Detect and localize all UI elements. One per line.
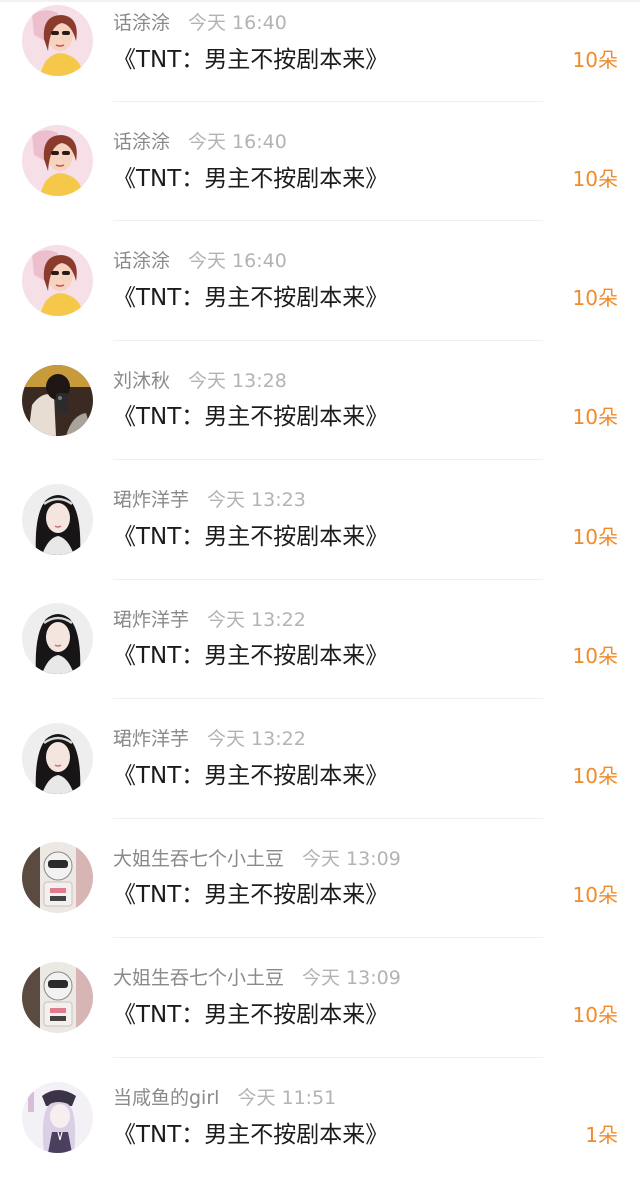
divider <box>113 818 543 819</box>
girl-headband-avatar-icon <box>22 723 93 794</box>
timestamp: 今天 13:28 <box>188 370 287 392</box>
item-meta: 大姐生吞七个小土豆 今天 13:09 <box>113 965 401 991</box>
timestamp: 今天 11:51 <box>237 1087 337 1109</box>
username[interactable]: 刘沐秋 <box>113 370 170 392</box>
list-item[interactable]: 大姐生吞七个小土豆 今天 13:09 《TNT：男主不按剧本来》 10朵 <box>0 955 640 1074</box>
list-item[interactable]: 大姐生吞七个小土豆 今天 13:09 《TNT：男主不按剧本来》 10朵 <box>0 835 640 954</box>
book-title[interactable]: 《TNT：男主不按剧本来》 <box>113 162 388 196</box>
avatar[interactable] <box>22 1082 93 1153</box>
avatar[interactable] <box>22 484 93 555</box>
username[interactable]: 珺炸洋芋 <box>113 728 189 750</box>
item-meta: 大姐生吞七个小土豆 今天 13:09 <box>113 846 401 872</box>
girl-headband-avatar-icon <box>22 603 93 674</box>
item-meta: 话涂涂 今天 16:40 <box>113 248 287 274</box>
list-item[interactable]: 刘沐秋 今天 13:28 《TNT：男主不按剧本来》 10朵 <box>0 357 640 476</box>
avatar[interactable] <box>22 603 93 674</box>
avatar[interactable] <box>22 723 93 794</box>
avatar[interactable] <box>22 5 93 76</box>
username[interactable]: 珺炸洋芋 <box>113 609 189 631</box>
divider <box>113 698 543 699</box>
divider <box>113 220 543 221</box>
book-title[interactable]: 《TNT：男主不按剧本来》 <box>113 281 388 315</box>
username[interactable]: 话涂涂 <box>113 131 170 153</box>
book-title[interactable]: 《TNT：男主不按剧本来》 <box>113 639 388 673</box>
girl-headband-avatar-icon <box>22 484 93 555</box>
list-item[interactable]: 珺炸洋芋 今天 13:23 《TNT：男主不按剧本来》 10朵 <box>0 477 640 596</box>
gift-amount: 10朵 <box>572 644 618 668</box>
item-meta: 珺炸洋芋 今天 13:22 <box>113 726 306 752</box>
avatar[interactable] <box>22 125 93 196</box>
list-item[interactable]: 话涂涂 今天 16:40 《TNT：男主不按剧本来》 10朵 <box>0 119 640 238</box>
book-title[interactable]: 《TNT：男主不按剧本来》 <box>113 520 388 554</box>
list-item[interactable]: 珺炸洋芋 今天 13:22 《TNT：男主不按剧本来》 10朵 <box>0 716 640 835</box>
item-meta: 话涂涂 今天 16:40 <box>113 10 287 36</box>
book-title[interactable]: 《TNT：男主不按剧本来》 <box>113 759 388 793</box>
book-title[interactable]: 《TNT：男主不按剧本来》 <box>113 998 388 1032</box>
book-title[interactable]: 《TNT：男主不按剧本来》 <box>113 1118 388 1152</box>
list-item[interactable]: 话涂涂 今天 16:40 《TNT：男主不按剧本来》 10朵 <box>0 238 640 357</box>
item-meta: 当咸鱼的girl 今天 11:51 <box>113 1085 336 1111</box>
list-item[interactable]: 话涂涂 今天 16:40 《TNT：男主不按剧本来》 10朵 <box>0 0 640 119</box>
divider <box>113 459 543 460</box>
timestamp: 今天 13:22 <box>207 728 306 750</box>
divider <box>113 579 543 580</box>
gift-amount: 10朵 <box>572 286 618 310</box>
helmet-character-avatar-icon <box>22 842 93 913</box>
girl-sunglasses-avatar-icon <box>22 5 93 76</box>
username[interactable]: 珺炸洋芋 <box>113 489 189 511</box>
book-title[interactable]: 《TNT：男主不按剧本来》 <box>113 400 388 434</box>
divider <box>113 937 543 938</box>
helmet-character-avatar-icon <box>22 962 93 1033</box>
timestamp: 今天 13:23 <box>207 489 306 511</box>
timestamp: 今天 13:09 <box>302 848 401 870</box>
gift-amount: 10朵 <box>572 525 618 549</box>
girl-sunglasses-avatar-icon <box>22 245 93 316</box>
avatar[interactable] <box>22 365 93 436</box>
list-item[interactable]: 珺炸洋芋 今天 13:22 《TNT：男主不按剧本来》 10朵 <box>0 596 640 715</box>
item-meta: 珺炸洋芋 今天 13:22 <box>113 607 306 633</box>
username[interactable]: 大姐生吞七个小土豆 <box>113 967 284 989</box>
username[interactable]: 话涂涂 <box>113 250 170 272</box>
avatar[interactable] <box>22 962 93 1033</box>
gift-amount: 10朵 <box>572 1003 618 1027</box>
item-meta: 话涂涂 今天 16:40 <box>113 129 287 155</box>
divider <box>113 340 543 341</box>
gift-amount: 10朵 <box>572 167 618 191</box>
gift-amount: 10朵 <box>572 405 618 429</box>
username[interactable]: 大姐生吞七个小土豆 <box>113 848 284 870</box>
book-title[interactable]: 《TNT：男主不按剧本来》 <box>113 43 388 77</box>
gift-amount: 1朵 <box>585 1123 618 1147</box>
divider <box>113 101 543 102</box>
gift-amount: 10朵 <box>572 48 618 72</box>
avatar[interactable] <box>22 245 93 316</box>
username[interactable]: 当咸鱼的girl <box>113 1087 219 1109</box>
gift-record-list: 话涂涂 今天 16:40 《TNT：男主不按剧本来》 10朵 话涂涂 今天 16:4… <box>0 0 640 1175</box>
item-meta: 刘沐秋 今天 13:28 <box>113 368 287 394</box>
avatar[interactable] <box>22 842 93 913</box>
mirror-selfie-avatar-icon <box>22 365 93 436</box>
timestamp: 今天 13:09 <box>302 967 401 989</box>
timestamp: 今天 13:22 <box>207 609 306 631</box>
username[interactable]: 话涂涂 <box>113 12 170 34</box>
gift-amount: 10朵 <box>572 764 618 788</box>
timestamp: 今天 16:40 <box>188 131 287 153</box>
item-meta: 珺炸洋芋 今天 13:23 <box>113 487 306 513</box>
girl-sunglasses-avatar-icon <box>22 125 93 196</box>
book-title[interactable]: 《TNT：男主不按剧本来》 <box>113 878 388 912</box>
timestamp: 今天 16:40 <box>188 12 287 34</box>
timestamp: 今天 16:40 <box>188 250 287 272</box>
gift-amount: 10朵 <box>572 883 618 907</box>
anime-girl-avatar-icon <box>22 1082 93 1153</box>
list-item[interactable]: 当咸鱼的girl 今天 11:51 《TNT：男主不按剧本来》 1朵 <box>0 1074 640 1193</box>
divider <box>113 1057 543 1058</box>
